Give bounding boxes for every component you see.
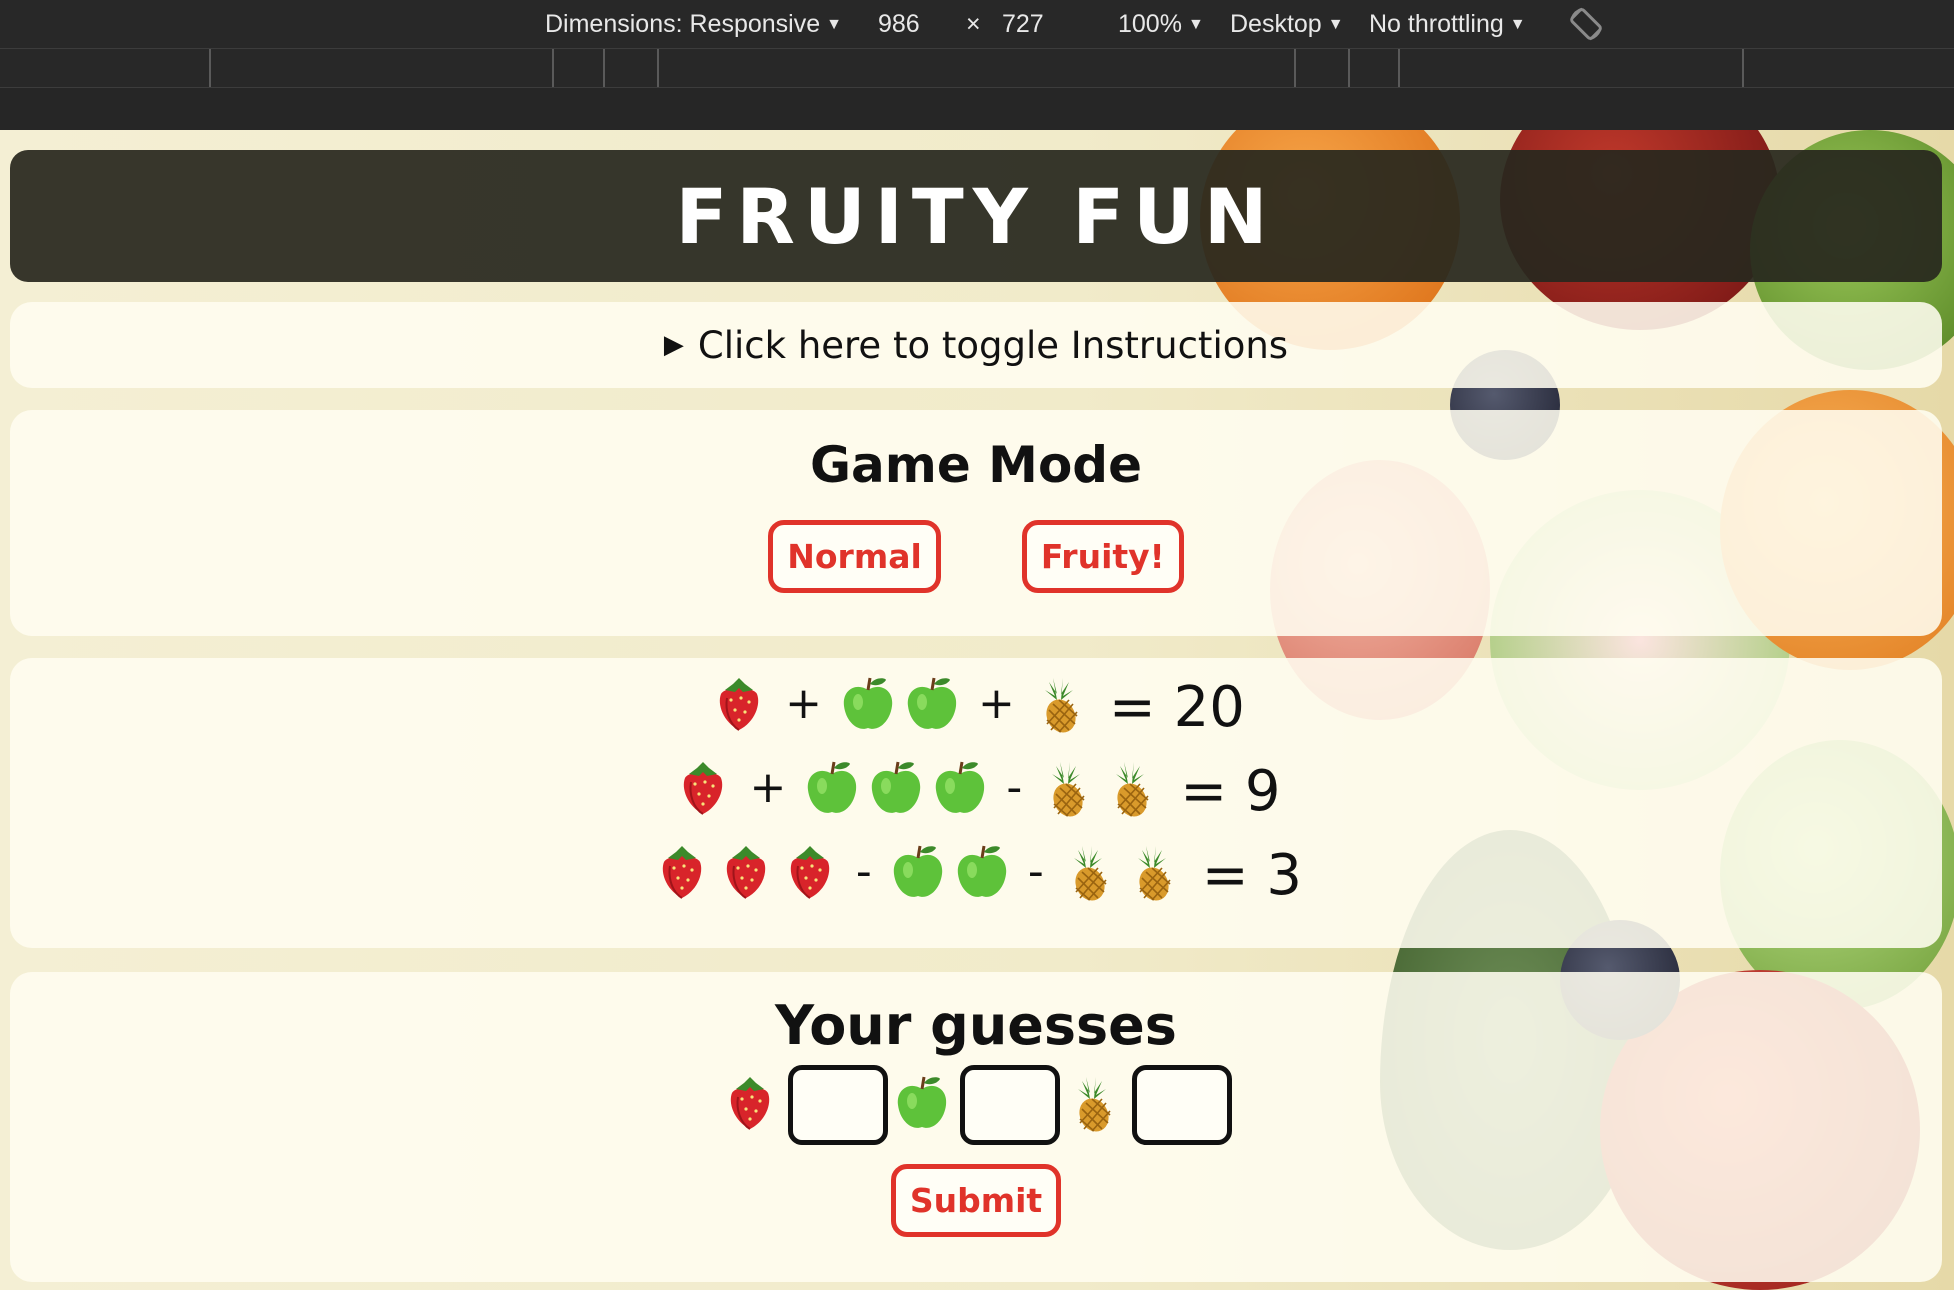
apple-icon	[930, 758, 990, 818]
apple-icon	[866, 758, 926, 818]
normal-mode-button[interactable]: Normal	[768, 520, 941, 593]
rotate-icon[interactable]	[1566, 4, 1606, 51]
device-toolbar-row: Dimensions: Responsive ▼ 986 × 727 100% ▼ …	[0, 0, 1954, 49]
title-bar: FRUITY FUN	[10, 150, 1942, 282]
fruity-mode-button[interactable]: Fruity!	[1021, 520, 1184, 593]
throttling-label: No throttling	[1369, 10, 1504, 38]
equation-line: - - = 3	[10, 838, 1942, 908]
game-mode-heading: Game Mode	[809, 436, 1142, 494]
strawberry-icon	[652, 842, 712, 902]
instructions-toggle[interactable]: ▶ Click here to toggle Instructions	[10, 302, 1942, 388]
caret-down-icon: ▼	[826, 16, 842, 33]
dimensions-label: Dimensions: Responsive	[545, 10, 821, 38]
apple-icon	[902, 674, 962, 734]
throttling-dropdown[interactable]: No throttling ▼	[1369, 10, 1526, 39]
apple-icon	[802, 758, 862, 818]
equation-operator: -	[1006, 761, 1023, 813]
media-query-ruler	[0, 49, 1954, 88]
equation-result: = 20	[1108, 674, 1245, 740]
strawberry-icon	[673, 758, 733, 818]
guesses-heading: Your guesses	[775, 994, 1177, 1057]
equation-line: + - = 9	[10, 754, 1942, 824]
equations-panel: + + = 20 + - = 9- - = 3	[10, 658, 1942, 948]
pineapple-icon	[1031, 674, 1091, 734]
equation-operator: +	[749, 761, 787, 813]
pineapple-icon	[1064, 1073, 1124, 1133]
height-input[interactable]: 727	[1002, 10, 1044, 39]
instructions-toggle-label: Click here to toggle Instructions	[697, 323, 1289, 367]
zoom-dropdown[interactable]: 100% ▼	[1118, 10, 1204, 39]
equation-operator: +	[785, 677, 822, 729]
devtools-toolbar: Dimensions: Responsive ▼ 986 × 727 100% ▼ …	[0, 0, 1954, 130]
device-type-dropdown[interactable]: Desktop ▼	[1230, 10, 1344, 39]
game-mode-panel: Game Mode Normal Fruity!	[10, 410, 1942, 636]
pineapple-icon	[1060, 842, 1120, 902]
device-type-label: Desktop	[1230, 10, 1322, 38]
submit-wrap: Submit	[10, 1164, 1942, 1237]
pineapple-icon	[1038, 758, 1098, 818]
equation-operator: +	[978, 677, 1015, 729]
game-title: FRUITY FUN	[675, 171, 1277, 261]
equation-operator: -	[855, 845, 872, 897]
submit-button[interactable]: Submit	[890, 1164, 1062, 1237]
caret-down-icon: ▼	[1327, 16, 1344, 33]
pineapple-guess-input[interactable]	[1132, 1065, 1232, 1145]
mode-buttons: Normal Fruity!	[10, 520, 1942, 593]
caret-down-icon: ▼	[1509, 16, 1526, 33]
guesses-panel: Your guesses Submit	[10, 972, 1942, 1282]
equation-result: = 3	[1201, 842, 1303, 908]
zoom-label: 100%	[1118, 10, 1182, 38]
game-page: FRUITY FUN ▶ Click here to toggle Instru…	[0, 130, 1954, 1290]
strawberry-guess-input[interactable]	[788, 1065, 888, 1145]
pineapple-icon	[1124, 842, 1184, 902]
devtools-spacer	[0, 88, 1954, 130]
strawberry-icon	[780, 842, 840, 902]
apple-icon	[838, 674, 898, 734]
apple-icon	[952, 842, 1012, 902]
equation-result: = 9	[1180, 758, 1281, 824]
apple-guess-input[interactable]	[960, 1065, 1060, 1145]
strawberry-icon	[716, 842, 776, 902]
equation-operator: -	[1027, 845, 1044, 897]
equation-line: + + = 20	[10, 670, 1942, 740]
width-input[interactable]: 986	[878, 10, 920, 39]
guess-row	[10, 1065, 1942, 1147]
times-icon: ×	[966, 10, 981, 38]
dimensions-dropdown[interactable]: Dimensions: Responsive ▼	[545, 10, 842, 39]
triangle-right-icon: ▶	[663, 330, 684, 360]
caret-down-icon: ▼	[1187, 16, 1204, 33]
pineapple-icon	[1102, 758, 1162, 818]
apple-icon	[892, 1073, 952, 1133]
apple-icon	[888, 842, 948, 902]
strawberry-icon	[720, 1073, 780, 1133]
strawberry-icon	[709, 674, 769, 734]
